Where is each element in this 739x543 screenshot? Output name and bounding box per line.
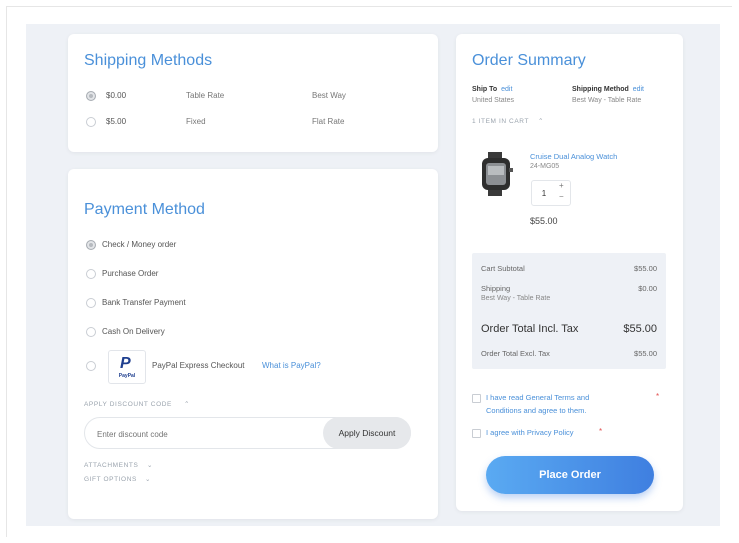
gift-options-label[interactable]: GIFT OPTIONS: [84, 476, 137, 483]
payment-method-card: Payment Method Check / Money order Purch…: [68, 169, 438, 519]
payment-option-radio-1[interactable]: [86, 269, 96, 279]
discount-form: Apply Discount: [84, 417, 411, 449]
total-excl-tax-value: $55.00: [634, 349, 657, 358]
payment-option-radio-0[interactable]: [86, 240, 96, 250]
quantity-minus-button[interactable]: −: [559, 192, 564, 201]
apply-discount-button[interactable]: Apply Discount: [323, 417, 411, 449]
shipping-method-value: Best Way - Table Rate: [572, 97, 642, 104]
shipping-method-label-text: Shipping Method: [572, 86, 629, 93]
grand-total-value: $55.00: [623, 323, 657, 335]
quantity-stepper: + −: [531, 180, 571, 206]
terms-required-mark: *: [656, 392, 660, 401]
product-sku: 24-MG05: [530, 163, 560, 170]
shipping-total-label: Shipping: [481, 284, 511, 293]
payment-option-label-0[interactable]: Check / Money order: [102, 240, 176, 249]
payment-option-radio-paypal[interactable]: [86, 361, 96, 371]
chevron-up-icon: ⌃: [184, 401, 191, 408]
cart-subtotal-value: $55.00: [634, 264, 657, 273]
privacy-required-mark: *: [599, 427, 603, 436]
shipping-method-radio-0[interactable]: [86, 91, 96, 101]
terms-label-line1[interactable]: I have read General Terms and: [486, 393, 589, 402]
payment-method-title: Payment Method: [84, 201, 205, 218]
paypal-logo-text: PayPal: [118, 373, 136, 379]
shipping-methods-title: Shipping Methods: [84, 52, 213, 69]
shipping-methods-card: Shipping Methods $0.00 Table Rate Best W…: [68, 34, 438, 152]
quantity-plus-button[interactable]: +: [559, 181, 564, 190]
attachments-label[interactable]: ATTACHMENTS: [84, 462, 138, 469]
payment-option-label-1[interactable]: Purchase Order: [102, 269, 158, 278]
terms-label-line2[interactable]: Conditions and agree to them.: [486, 406, 586, 415]
shipping-method-carrier-1: Flat Rate: [312, 117, 345, 126]
shipping-method-radio-1[interactable]: [86, 117, 96, 127]
ship-to-label: Ship To edit: [472, 86, 512, 93]
ship-to-value: United States: [472, 97, 515, 104]
cart-subtotal-label: Cart Subtotal: [481, 264, 525, 273]
discount-code-input[interactable]: [95, 425, 319, 443]
order-summary-title: Order Summary: [472, 52, 586, 69]
product-name-link[interactable]: Cruise Dual Analog Watch: [530, 152, 617, 161]
what-is-paypal-link[interactable]: What is PayPal?: [262, 361, 321, 370]
chevron-down-icon: ⌄: [147, 462, 154, 469]
quantity-input[interactable]: [534, 187, 554, 199]
payment-option-radio-2[interactable]: [86, 298, 96, 308]
shipping-method-price-1: $5.00: [106, 117, 127, 126]
payment-option-label-3[interactable]: Cash On Delivery: [102, 327, 165, 336]
shipping-total-sub: Best Way - Table Rate: [481, 295, 551, 302]
shipping-method-edit-link[interactable]: edit: [633, 86, 644, 93]
totals-block: Cart Subtotal $55.00 Shipping Best Way -…: [472, 253, 666, 369]
place-order-button[interactable]: Place Order: [486, 456, 654, 494]
product-price: $55.00: [530, 216, 558, 226]
shipping-total-value: $0.00: [638, 284, 657, 293]
ship-to-label-text: Ship To: [472, 86, 498, 93]
payment-option-label-2[interactable]: Bank Transfer Payment: [102, 298, 186, 307]
privacy-checkbox[interactable]: [472, 429, 481, 438]
shipping-method-name-1: Fixed: [186, 117, 206, 126]
apply-discount-label[interactable]: APPLY DISCOUNT CODE: [84, 401, 172, 408]
payment-option-radio-3[interactable]: [86, 327, 96, 337]
terms-checkbox[interactable]: [472, 394, 481, 403]
chevron-up-icon: ⌃: [538, 118, 545, 125]
grand-total-label: Order Total Incl. Tax: [481, 323, 579, 335]
order-summary-card: Order Summary Ship To edit United States…: [456, 34, 683, 511]
shipping-method-price-0: $0.00: [106, 91, 127, 100]
items-in-cart-label[interactable]: 1 ITEM IN CART: [472, 118, 529, 125]
shipping-method-label: Shipping Method edit: [572, 86, 644, 93]
watch-product-image: [482, 152, 513, 196]
paypal-label[interactable]: PayPal Express Checkout: [152, 361, 245, 370]
paypal-logo: P PayPal: [108, 350, 146, 384]
shipping-method-name-0: Table Rate: [186, 91, 225, 100]
ship-to-edit-link[interactable]: edit: [501, 86, 512, 93]
paypal-p-icon: P: [120, 355, 131, 372]
chevron-down-icon: ⌄: [145, 476, 152, 483]
shipping-method-carrier-0: Best Way: [312, 91, 346, 100]
total-excl-tax-label: Order Total Excl. Tax: [481, 349, 550, 358]
privacy-label[interactable]: I agree with Privacy Policy: [486, 428, 574, 437]
